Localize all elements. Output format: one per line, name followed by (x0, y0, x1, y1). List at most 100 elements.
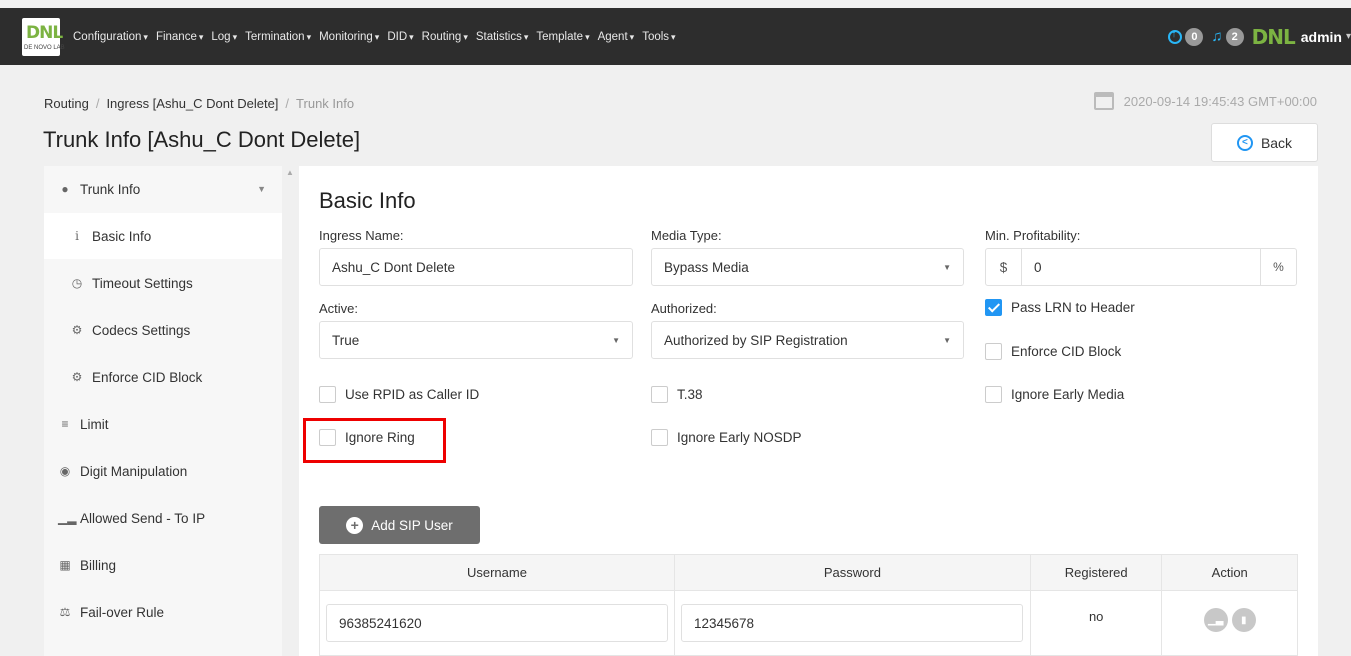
row-actions: ▁▃ ▮ (1162, 608, 1297, 632)
column-action: Action (1161, 554, 1298, 591)
sidebar-item-limit[interactable]: ≡ Limit (44, 401, 282, 447)
back-label: Back (1260, 134, 1293, 151)
brand-mark: DNL (1251, 24, 1296, 49)
ignore-early-nosdp-checkbox[interactable]: Ignore Early NOSDP (651, 429, 802, 446)
chevron-down-icon: ▾ (1345, 31, 1351, 42)
active-select[interactable]: True ▼ (319, 321, 633, 359)
notification-count-badge: 2 (1225, 27, 1244, 46)
ignore-early-media-checkbox[interactable]: Ignore Early Media (985, 386, 1124, 403)
gears-icon: ⚙ (71, 323, 83, 337)
media-type-select[interactable]: Bypass Media ▼ (651, 248, 964, 286)
password-input[interactable]: 12345678 (680, 604, 1023, 642)
sidebar-item-billing[interactable]: ▦ Billing (44, 542, 282, 588)
checkbox-icon (651, 386, 668, 403)
dollar-prefix: $ (986, 249, 1022, 285)
sidebar-item-codecs-settings[interactable]: ⚙ Codecs Settings (44, 307, 282, 353)
clock-icon: ◷ (71, 276, 83, 290)
user-menu[interactable]: admin (1301, 29, 1342, 45)
breadcrumb-separator: / (95, 96, 100, 111)
info-circle-icon: ● (61, 182, 69, 196)
back-button[interactable]: < Back (1211, 123, 1318, 162)
trash-icon[interactable]: ▮ (1231, 608, 1256, 632)
checkbox-checked-icon (985, 299, 1002, 316)
add-sip-user-button[interactable]: + Add SIP User (319, 506, 480, 544)
use-rpid-checkbox[interactable]: Use RPID as Caller ID (319, 386, 479, 403)
checkbox-icon (985, 386, 1002, 403)
timestamp-text: 2020-09-14 19:45:43 GMT+00:00 (1123, 93, 1317, 109)
sidebar-item-allowed-send-to-ip[interactable]: ▁▂ Allowed Send - To IP (44, 495, 282, 541)
min-profitability-input[interactable]: $ 0 % (985, 248, 1297, 286)
sidebar-item-timeout-settings[interactable]: ◷ Timeout Settings (44, 260, 282, 306)
menu-tools[interactable]: Tools ▾ (642, 31, 675, 43)
username-input[interactable]: 96385241620 (326, 604, 668, 642)
chevron-down-icon: ▾ (306, 31, 312, 42)
top-navbar: DNL DE NOVO LAB Configuration ▾ Finance ▾ … (0, 8, 1351, 65)
sidebar-scrollbar[interactable]: ▲ (285, 166, 295, 656)
scroll-up-icon: ▲ (286, 168, 294, 177)
sidebar: ● Trunk Info ▼ i Basic Info ◷ Timeout Se… (44, 166, 282, 656)
sidebar-item-trunk-info[interactable]: ● Trunk Info ▼ (44, 166, 282, 212)
chevron-down-icon: ▾ (671, 31, 676, 42)
bell-icon[interactable]: ♫ (1211, 28, 1222, 45)
checkbox-icon (319, 386, 336, 403)
registered-cell: no (1029, 590, 1163, 656)
menu-monitoring[interactable]: Monitoring ▾ (319, 31, 379, 43)
arrow-left-circle-icon: < (1236, 134, 1253, 151)
app-logo[interactable]: DNL DE NOVO LAB (22, 18, 65, 56)
sidebar-item-basic-info[interactable]: i Basic Info (44, 213, 282, 259)
menu-routing[interactable]: Routing ▾ (422, 31, 468, 43)
checkbox-icon (985, 343, 1002, 360)
logo-mark: DNL (26, 23, 63, 43)
sidebar-item-fail-over-rule[interactable]: ⚖ Fail-over Rule (44, 589, 282, 635)
authorized-select[interactable]: Authorized by SIP Registration ▼ (651, 321, 964, 359)
checkbox-icon (651, 429, 668, 446)
menu-log[interactable]: Log ▾ (211, 31, 237, 43)
chevron-down-icon: ▾ (463, 31, 468, 42)
highlight-box (303, 418, 446, 463)
enforce-cid-block-checkbox[interactable]: Enforce CID Block (985, 343, 1121, 360)
registered-value: no (1088, 609, 1104, 624)
upload-icon[interactable] (1168, 29, 1183, 44)
chevron-down-icon: ▾ (198, 31, 204, 42)
play-circle-icon: ◉ (59, 464, 71, 478)
chevron-down-icon: ▾ (409, 31, 414, 42)
database-icon: ≡ (61, 417, 69, 431)
min-profitability-label: Min. Profitability: (985, 228, 1081, 243)
sidebar-item-enforce-cid-block[interactable]: ⚙ Enforce CID Block (44, 354, 282, 400)
sidebar-item-digit-manipulation[interactable]: ◉ Digit Manipulation (44, 448, 282, 494)
ingress-name-input[interactable]: Ashu_C Dont Delete (319, 248, 633, 286)
breadcrumb-ingress[interactable]: Ingress [Ashu_C Dont Delete] (106, 96, 278, 111)
chevron-down-icon: ▼ (943, 336, 951, 345)
logo-subtitle: DE NOVO LAB (24, 45, 65, 51)
menu-template[interactable]: Template ▾ (536, 31, 589, 43)
upload-count-badge: 0 (1185, 27, 1204, 46)
chevron-down-icon: ▼ (257, 184, 266, 194)
signal-action-icon[interactable]: ▁▃ (1203, 608, 1228, 632)
chevron-down-icon: ▾ (523, 31, 529, 42)
server-time: 2020-09-14 19:45:43 GMT+00:00 (1093, 92, 1317, 110)
username-cell: 96385241620 (319, 590, 675, 656)
chevron-down-icon: ▾ (629, 31, 635, 42)
gears-icon: ⚙ (71, 370, 83, 384)
breadcrumb-routing[interactable]: Routing (44, 96, 89, 111)
menu-statistics[interactable]: Statistics ▾ (476, 31, 529, 43)
menu-termination[interactable]: Termination ▾ (245, 31, 311, 43)
authorized-label: Authorized: (651, 301, 717, 316)
plus-circle-icon: + (346, 516, 364, 534)
pass-lrn-checkbox[interactable]: Pass LRN to Header (985, 299, 1135, 316)
menu-finance[interactable]: Finance ▾ (156, 31, 203, 43)
breadcrumb-separator: / (285, 96, 290, 111)
chevron-down-icon: ▼ (943, 263, 951, 272)
menu-agent[interactable]: Agent ▾ (598, 31, 635, 43)
info-icon: i (75, 229, 79, 243)
calendar-icon (1093, 92, 1114, 110)
top-right-tools: 0 ♫ 2 DNL admin ▾ (1168, 8, 1351, 65)
percent-suffix: % (1260, 249, 1296, 285)
menu-did[interactable]: DID ▾ (387, 31, 413, 43)
t38-checkbox[interactable]: T.38 (651, 386, 703, 403)
signal-icon: ▁▂ (58, 511, 77, 525)
media-type-label: Media Type: (651, 228, 722, 243)
table-header-row: Username Password Registered Action (319, 554, 1298, 591)
table-row: 96385241620 12345678 no ▁▃ ▮ (319, 590, 1298, 656)
menu-configuration[interactable]: Configuration ▾ (73, 31, 148, 43)
